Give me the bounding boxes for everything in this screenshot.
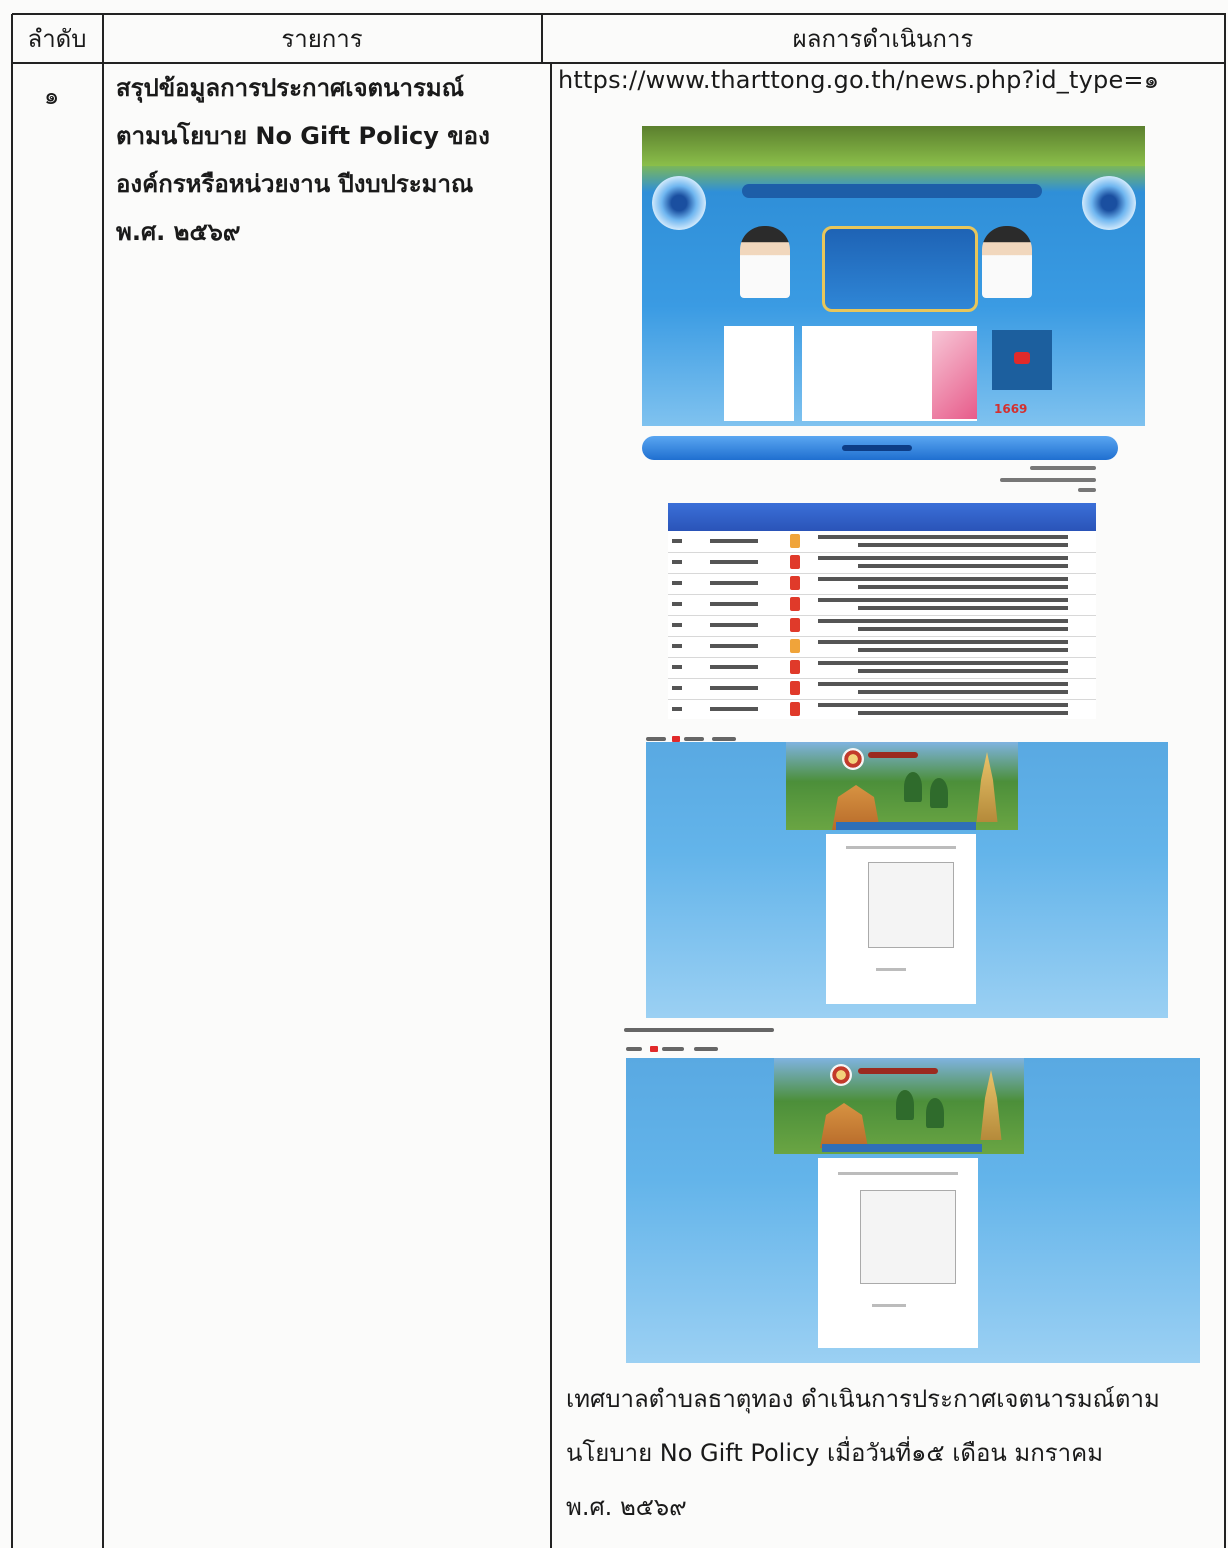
result-caption: เทศบาลตำบลธาตุทอง ดำเนินการประกาศเจตนารม… <box>566 1372 1216 1534</box>
doc-footer-line <box>872 1304 906 1307</box>
homepage-nav-bar <box>742 184 1042 198</box>
list-row <box>668 531 1096 553</box>
bookmark-text <box>662 1047 684 1051</box>
item-line-2: ตามนโยบาย No Gift Policy ของ <box>116 122 490 150</box>
caption-line-1: เทศบาลตำบลธาตุทอง ดำเนินการประกาศเจตนารม… <box>566 1385 1160 1413</box>
bookmark-text <box>646 737 666 741</box>
homepage-screenshot: 1669 <box>642 126 1145 426</box>
bookmark-text <box>684 737 704 741</box>
list-row <box>668 594 1096 616</box>
browser-url-text <box>624 1028 774 1032</box>
palm-tree-image <box>926 1098 944 1128</box>
pdf-preview <box>868 862 954 948</box>
site-title <box>858 1068 938 1074</box>
announcement-document-screenshot-2 <box>626 1058 1200 1363</box>
site-nav-bar <box>836 822 976 830</box>
news-panel-left <box>724 326 794 421</box>
doc-footer-line <box>876 968 906 971</box>
palm-tree-image <box>904 772 922 802</box>
column-divider-2-lower <box>550 62 552 1548</box>
header-item: รายการ <box>281 24 363 53</box>
doc-title-line <box>838 1172 958 1175</box>
list-row <box>668 615 1096 637</box>
flower-right-icon <box>1082 176 1136 230</box>
flower-left-icon <box>652 176 706 230</box>
announcement-list-screenshot <box>668 503 1096 719</box>
hotline-number: 1669 <box>994 402 1028 416</box>
item-line-1: สรุปข้อมูลการประกาศเจตนารมณ์ <box>116 74 464 102</box>
municipality-logo <box>830 1064 852 1086</box>
youtube-icon <box>992 330 1052 390</box>
document-page: ลำดับ รายการ ผลการดำเนินการ ๑ สรุปข้อมูล… <box>0 0 1228 1548</box>
list-row <box>668 573 1096 595</box>
caption-line-3: พ.ศ. ๒๕๖๙ <box>566 1493 687 1521</box>
section-title-bar <box>642 436 1118 460</box>
result-url[interactable]: https://www.tharttong.go.th/news.php?id_… <box>558 60 1159 99</box>
caption-line-2: นโยบาย No Gift Policy เมื่อวันที่๑๕ เดือ… <box>566 1439 1104 1467</box>
site-title <box>868 752 918 758</box>
header-order: ลำดับ <box>27 24 87 53</box>
header-result: ผลการดำเนินการ <box>792 24 974 53</box>
welcome-banner <box>822 226 978 312</box>
municipality-logo <box>842 748 864 770</box>
table-right-border <box>1224 14 1226 1548</box>
item-line-4: พ.ศ. ๒๕๖๙ <box>116 218 241 246</box>
palm-tree-image <box>896 1090 914 1120</box>
homepage-header-scenery <box>642 126 1145 166</box>
official-portrait-right <box>982 226 1032 298</box>
list-row <box>668 552 1096 574</box>
bookmark-text <box>694 1047 718 1051</box>
row-number: ๑ <box>44 82 60 110</box>
item-line-3: องค์กรหรือหน่วยงาน ปีงบประมาณ <box>116 170 474 198</box>
filter-text-1 <box>1030 466 1096 470</box>
no-gift-poster <box>932 331 977 419</box>
doc-title-line <box>846 846 956 849</box>
list-row <box>668 636 1096 658</box>
table-left-border <box>11 14 13 1548</box>
site-nav-bar <box>822 1144 982 1152</box>
announcement-document-screenshot-1 <box>646 742 1168 1018</box>
official-portrait-left <box>740 226 790 298</box>
filter-text-2 <box>1000 478 1096 482</box>
palm-tree-image <box>930 778 948 808</box>
youtube-bookmark-icon <box>650 1046 658 1052</box>
list-table-header <box>668 503 1096 531</box>
list-row <box>668 678 1096 700</box>
filter-text-3 <box>1078 488 1096 492</box>
list-row <box>668 657 1096 679</box>
pdf-preview <box>860 1190 956 1284</box>
list-row <box>668 699 1096 719</box>
column-divider-1 <box>102 14 104 1548</box>
bookmark-text <box>626 1047 642 1051</box>
bookmark-text <box>712 737 736 741</box>
